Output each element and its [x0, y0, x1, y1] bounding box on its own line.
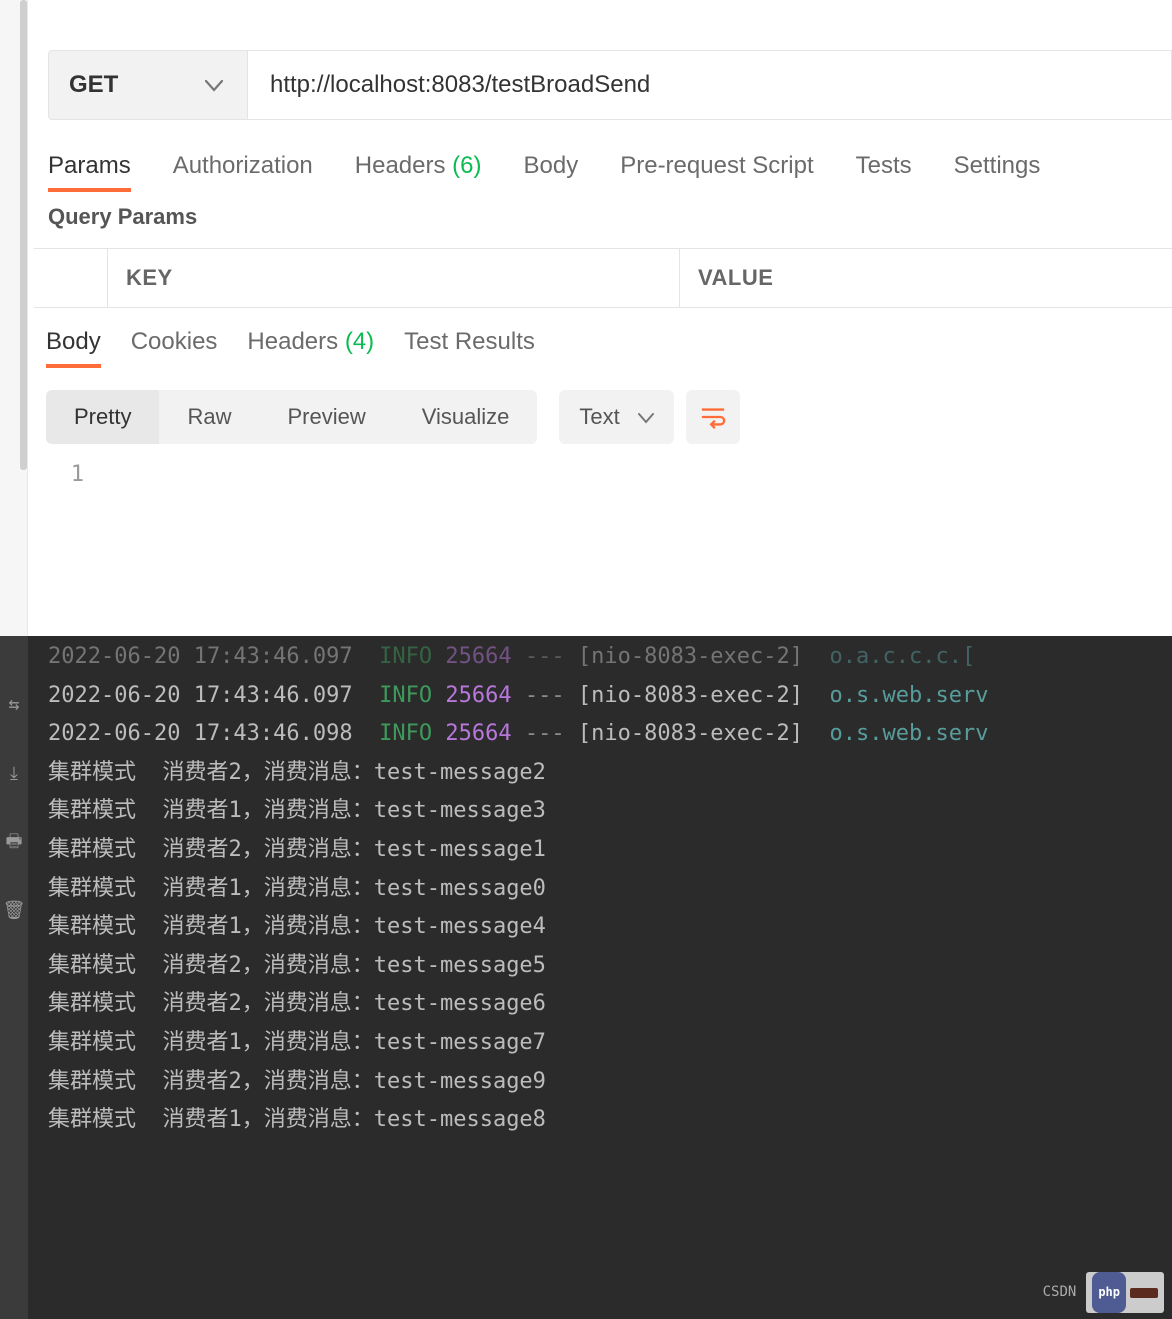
tab-settings[interactable]: Settings [954, 152, 1041, 180]
console-message-row: 集群模式 消费者2，消费消息：test-message9 [48, 1063, 1172, 1102]
raw-button[interactable]: Raw [159, 390, 259, 444]
resp-tab-body[interactable]: Body [46, 328, 101, 368]
tab-prerequest[interactable]: Pre-request Script [620, 152, 813, 180]
chevron-down-icon [638, 404, 654, 430]
console-sidebar-icon-2[interactable]: ⤓ [10, 755, 18, 794]
tab-headers-label: Headers [355, 152, 446, 179]
value-header: VALUE [680, 249, 1172, 307]
pretty-button[interactable]: Pretty [46, 390, 159, 444]
php-label: php [1092, 1272, 1126, 1313]
tab-params[interactable]: Params [48, 152, 131, 192]
query-params-header-row: KEY VALUE [34, 248, 1172, 308]
console-message-row: 集群模式 消费者2，消费消息：test-message1 [48, 831, 1172, 870]
method-label: GET [69, 71, 118, 99]
left-gutter [0, 0, 28, 640]
console-message-row: 集群模式 消费者1，消费消息：test-message4 [48, 908, 1172, 947]
console-message-row: 集群模式 消费者1，消费消息：test-message0 [48, 870, 1172, 909]
method-dropdown[interactable]: GET [48, 50, 248, 120]
console-message-row: 集群模式 消费者2，消费消息：test-message6 [48, 985, 1172, 1024]
url-text: http://localhost:8083/testBroadSend [270, 71, 650, 99]
response-body-line[interactable]: 1 [34, 462, 1172, 487]
content-type-label: Text [579, 404, 619, 430]
tab-authorization[interactable]: Authorization [173, 152, 313, 180]
request-row: GET http://localhost:8083/testBroadSend [48, 50, 1172, 120]
console-log-row: 2022-06-20 17:43:46.097 INFO 25664 --- [… [48, 677, 1172, 716]
php-badge: php [1086, 1272, 1164, 1313]
console-message-row: 集群模式 消费者2，消费消息：test-message5 [48, 947, 1172, 986]
response-tabs: Body Cookies Headers (4) Test Results [34, 328, 1172, 368]
tab-tests[interactable]: Tests [856, 152, 912, 180]
resp-tab-headers[interactable]: Headers (4) [247, 328, 374, 368]
line-number: 1 [34, 462, 106, 487]
wrap-icon [700, 405, 726, 429]
url-input[interactable]: http://localhost:8083/testBroadSend [248, 50, 1172, 120]
console-message-row: 集群模式 消费者1，消费消息：test-message7 [48, 1024, 1172, 1063]
view-mode-segment: Pretty Raw Preview Visualize [46, 390, 537, 444]
console-sidebar-icon-1[interactable]: ⇆ [9, 686, 20, 725]
tab-body[interactable]: Body [524, 152, 579, 180]
watermark: CSDN php [1043, 1272, 1164, 1313]
response-toolbar: Pretty Raw Preview Visualize Text [46, 390, 1172, 444]
console-log-row: 2022-06-20 17:43:46.098 INFO 25664 --- [… [48, 715, 1172, 754]
php-bar-icon [1130, 1288, 1158, 1298]
console-sidebar-icon-4[interactable]: 🗑 [3, 892, 26, 931]
resp-headers-count: (4) [345, 328, 374, 355]
resp-tab-headers-label: Headers [247, 328, 338, 355]
console-sidebar: ⇆ ⤓ 🖶 🗑 [0, 636, 28, 1319]
content-type-dropdown[interactable]: Text [559, 390, 673, 444]
console-sidebar-icon-3[interactable]: 🖶 [6, 823, 23, 862]
tab-headers[interactable]: Headers (6) [355, 152, 482, 180]
console-message-row: 集群模式 消费者2，消费消息：test-message2 [48, 754, 1172, 793]
chevron-down-icon [205, 71, 223, 99]
console-message-row: 集群模式 消费者1，消费消息：test-message8 [48, 1101, 1172, 1140]
console-log-lines: 2022-06-20 17:43:46.097 INFO 25664 --- [… [48, 638, 1172, 1140]
request-title-truncated [34, 0, 1172, 10]
resp-tab-cookies[interactable]: Cookies [131, 328, 218, 368]
console-panel: ⇆ ⤓ 🖶 🗑 2022-06-20 17:43:46.097 INFO 256… [0, 636, 1172, 1319]
query-params-gutter [34, 249, 108, 307]
preview-button[interactable]: Preview [259, 390, 393, 444]
resp-tab-testresults[interactable]: Test Results [404, 328, 535, 368]
postman-panel: GET http://localhost:8083/testBroadSend … [34, 0, 1172, 487]
key-header: KEY [108, 249, 680, 307]
request-tabs: Params Authorization Headers (6) Body Pr… [48, 152, 1172, 190]
left-gutter-bar [20, 0, 27, 470]
query-params-label: Query Params [48, 204, 1172, 230]
headers-count: (6) [452, 152, 481, 179]
console-log-row: 2022-06-20 17:43:46.097 INFO 25664 --- [… [48, 638, 1172, 677]
visualize-button[interactable]: Visualize [394, 390, 538, 444]
wrap-lines-button[interactable] [686, 390, 740, 444]
console-message-row: 集群模式 消费者1，消费消息：test-message3 [48, 792, 1172, 831]
watermark-text: CSDN [1043, 1273, 1077, 1312]
